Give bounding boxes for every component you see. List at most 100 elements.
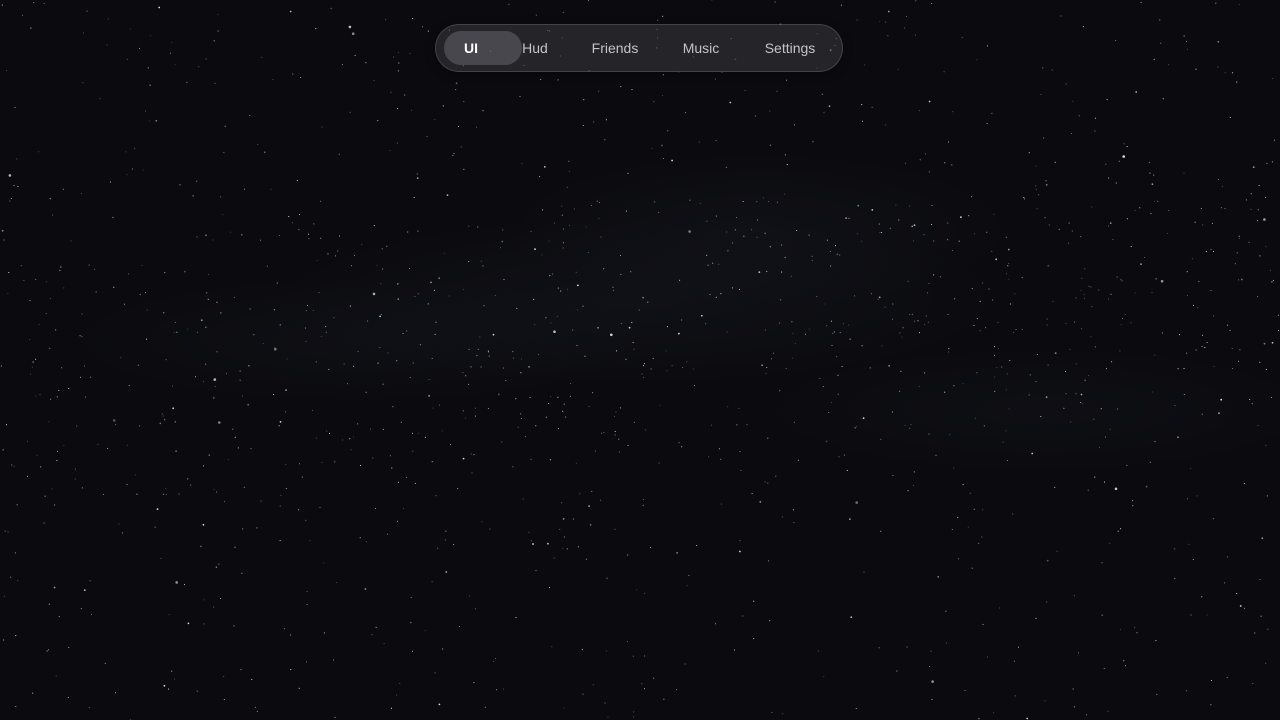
star: [1031, 452, 1034, 455]
star: [1054, 161, 1056, 163]
star: [46, 281, 48, 283]
star: [912, 484, 915, 486]
star: [213, 378, 217, 381]
star: [1132, 500, 1134, 502]
star: [1064, 370, 1066, 373]
tab-music[interactable]: Music: [677, 25, 726, 71]
star: [373, 80, 375, 82]
star: [821, 93, 823, 95]
star: [897, 69, 899, 71]
star: [991, 112, 993, 114]
star: [681, 319, 683, 321]
star: [971, 288, 973, 290]
star: [411, 650, 414, 652]
star: [597, 326, 599, 329]
star: [986, 231, 988, 233]
star: [346, 383, 349, 385]
star: [822, 386, 824, 388]
star: [1173, 548, 1176, 550]
star: [982, 509, 984, 511]
star: [446, 194, 449, 197]
star: [614, 430, 616, 432]
star: [904, 162, 907, 164]
star: [767, 482, 769, 484]
tab-hud[interactable]: Hud: [516, 25, 554, 71]
star: [559, 528, 561, 530]
star: [913, 471, 915, 473]
tab-settings[interactable]: Settings: [759, 25, 822, 71]
star: [742, 200, 744, 203]
star: [6, 69, 8, 72]
star: [14, 552, 16, 554]
star: [1234, 263, 1236, 265]
star: [445, 530, 447, 532]
star: [927, 292, 929, 294]
star: [1263, 342, 1266, 345]
tab-ui[interactable]: UI: [458, 25, 484, 71]
star: [711, 424, 713, 426]
star: [74, 478, 76, 480]
star: [243, 486, 245, 488]
star: [327, 253, 329, 255]
star: [1040, 416, 1042, 418]
star: [289, 10, 292, 13]
star: [833, 331, 835, 333]
star: [1013, 332, 1015, 334]
star: [870, 293, 872, 295]
star: [169, 52, 172, 54]
star: [812, 141, 814, 143]
star: [1045, 180, 1047, 182]
star: [644, 363, 646, 365]
star: [61, 367, 63, 369]
star: [1124, 665, 1127, 667]
star: [878, 296, 881, 299]
star: [676, 552, 678, 554]
star: [985, 327, 987, 329]
star: [720, 293, 722, 295]
star: [503, 367, 505, 369]
star: [1271, 341, 1274, 344]
star: [499, 247, 502, 249]
star: [462, 371, 464, 374]
star: [392, 406, 394, 408]
star: [223, 699, 225, 701]
star: [229, 231, 231, 233]
star: [430, 281, 432, 284]
star: [967, 526, 969, 528]
star: [240, 234, 243, 236]
star: [1239, 349, 1241, 351]
star: [1123, 660, 1125, 662]
star: [330, 7, 333, 10]
star: [572, 518, 575, 520]
star: [383, 643, 385, 645]
star: [605, 119, 607, 121]
star: [274, 347, 276, 349]
star: [328, 432, 331, 434]
star: [976, 318, 978, 320]
desktop-screen: UI Hud Friends Music Settings: [0, 0, 1280, 720]
star: [718, 448, 720, 450]
star: [935, 454, 937, 456]
star: [89, 376, 91, 378]
star: [239, 370, 241, 372]
tab-friends[interactable]: Friends: [586, 25, 645, 71]
star: [474, 415, 477, 417]
star: [407, 231, 409, 233]
star: [968, 215, 970, 217]
star: [161, 413, 163, 415]
star: [444, 539, 446, 541]
star: [438, 703, 441, 706]
star: [1118, 160, 1120, 162]
star: [1121, 280, 1123, 282]
star: [563, 707, 565, 709]
star: [1248, 241, 1250, 243]
star: [791, 357, 793, 359]
star: [36, 454, 38, 456]
star: [1048, 224, 1050, 226]
star: [1206, 614, 1208, 616]
star: [849, 518, 851, 520]
star: [48, 603, 50, 605]
star: [165, 494, 167, 496]
star: [257, 143, 259, 146]
star: [433, 289, 435, 291]
